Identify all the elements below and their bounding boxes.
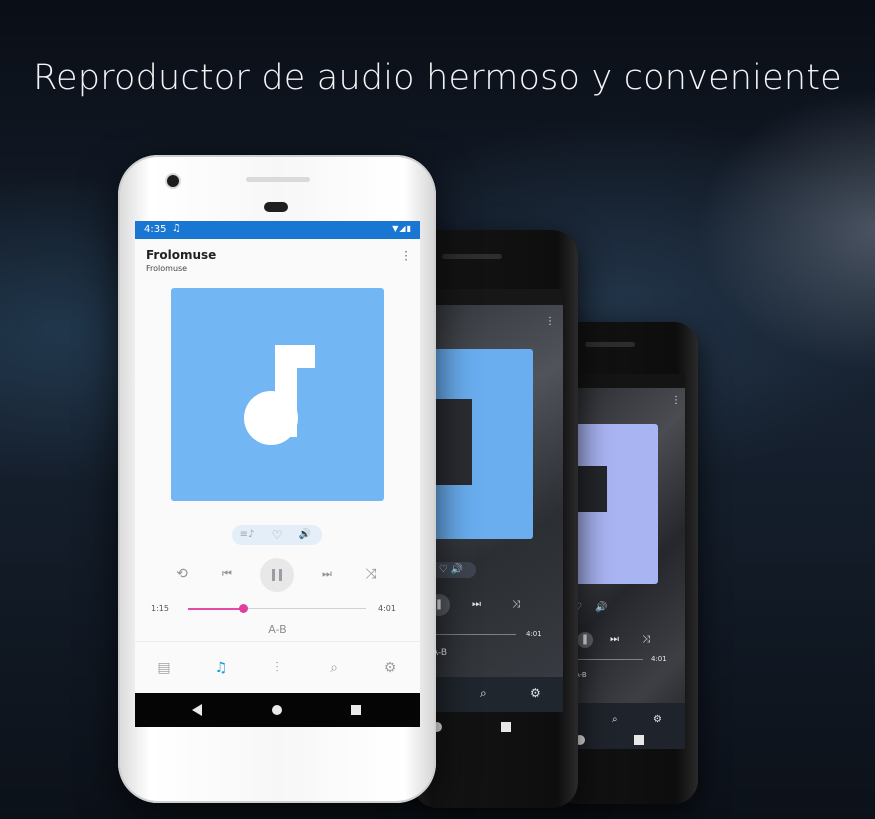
library-icon[interactable]: ▤ <box>151 658 177 678</box>
progress-fill <box>188 608 244 610</box>
phone3-status-bar <box>575 374 685 388</box>
status-icons: ▼◢▮ <box>392 224 412 233</box>
phone2-search-icon[interactable]: ⌕ <box>480 687 487 699</box>
lyrics-icon[interactable]: ≡♪ <box>237 529 257 541</box>
phone2-settings-icon[interactable]: ⚙ <box>530 687 541 699</box>
phone3-volume-icon[interactable]: 🔊 <box>595 603 607 613</box>
main-phone: 4:35 ♫ ▼◢▮ Frolomuse Frolomuse · · · ≡♪ ♡ … <box>118 155 436 803</box>
volume-icon[interactable]: 🔊 <box>295 529 315 541</box>
progress-thumb[interactable] <box>239 604 249 613</box>
next-icon[interactable]: ⏭ <box>317 565 337 583</box>
player-icon[interactable]: ♫ <box>208 658 234 678</box>
phone3-settings-icon[interactable]: ⚙ <box>653 715 662 725</box>
phone2-speaker <box>442 254 502 259</box>
settings-icon[interactable]: ⚙ <box>377 658 403 678</box>
ab-repeat-button[interactable]: A-B <box>135 623 420 636</box>
phone3-total-time: 4:01 <box>651 655 667 663</box>
phone3-shuffle-icon[interactable]: ⤨ <box>642 635 650 645</box>
pause-icon <box>272 569 275 581</box>
quick-actions: ≡♪ ♡ 🔊 <box>232 525 322 545</box>
progress-slider[interactable] <box>188 604 366 613</box>
phone2-bottom-nav: ⫶ ⌕ ⚙ <box>432 677 563 712</box>
shuffle-icon[interactable]: ⤨ <box>361 565 381 583</box>
pause-button[interactable] <box>260 558 294 592</box>
repeat-icon[interactable]: ⟲ <box>172 565 192 583</box>
front-camera <box>167 175 179 187</box>
music-note-icon: ♫ <box>172 223 181 234</box>
phone3-next-icon[interactable]: ⏭ <box>610 635 619 645</box>
phone2-screen: ⋮ ♡ 🔊 ❚ ⏭ ⤨ 4:01 A-B ⫶ ⌕ ⚙ <box>432 289 563 712</box>
previous-icon[interactable]: ⏮ <box>217 565 237 583</box>
phone3-screen: ⋮ ♡ 🔊 ❚ ⏭ ⤨ 4:01 A-B ⫶ ⌕ ⚙ <box>575 374 685 749</box>
bottom-nav: ▤ ♫ ⫶ ⌕ ⚙ <box>135 641 420 694</box>
app-subtitle: Frolomuse <box>146 264 188 273</box>
album-art <box>171 288 384 501</box>
equalizer-icon[interactable]: ⫶ <box>264 658 290 678</box>
total-time: 4:01 <box>378 604 396 613</box>
app-title: Frolomuse <box>146 248 217 262</box>
phone2-next-icon[interactable]: ⏭ <box>472 600 481 610</box>
phone2-total-time: 4:01 <box>526 630 542 638</box>
phone3-menu-icon[interactable]: ⋮ <box>671 396 681 406</box>
music-note-icon <box>244 345 315 445</box>
main-screen: 4:35 ♫ ▼◢▮ Frolomuse Frolomuse · · · ≡♪ ♡ … <box>135 221 420 727</box>
phone3-recent-button[interactable] <box>634 735 644 745</box>
phone3-search-icon[interactable]: ⌕ <box>612 715 618 725</box>
status-bar: 4:35 ♫ ▼◢▮ <box>135 221 420 239</box>
phone2-note-glyph <box>432 399 472 485</box>
background-phone-2: ⋮ ♡ 🔊 ❚ ⏭ ⤨ 4:01 A-B ⫶ ⌕ ⚙ <box>412 230 578 808</box>
phone2-recent-button[interactable] <box>501 722 511 732</box>
phone3-note-glyph <box>575 466 607 512</box>
heart-icon[interactable]: ♡ <box>267 529 287 541</box>
phone2-shuffle-icon[interactable]: ⤨ <box>512 600 520 610</box>
pause-icon-bar <box>279 569 282 581</box>
headline: Reproductor de audio hermoso y convenien… <box>33 58 842 98</box>
earpiece <box>246 177 310 182</box>
current-time: 1:15 <box>151 604 169 613</box>
system-nav-bar <box>135 693 420 727</box>
phone2-quick-actions: ♡ 🔊 <box>432 562 476 578</box>
home-button[interactable] <box>272 705 282 715</box>
phone2-status-bar <box>432 289 563 305</box>
status-time: 4:35 <box>144 224 167 235</box>
phone3-speaker <box>585 342 635 347</box>
phone2-menu-icon[interactable]: ⋮ <box>545 317 555 327</box>
phone3-progress-track[interactable] <box>575 659 643 660</box>
phone3-bottom-nav: ⫶ ⌕ ⚙ <box>575 703 685 749</box>
recent-apps-button[interactable] <box>351 705 361 715</box>
search-icon[interactable]: ⌕ <box>321 658 347 678</box>
phone2-progress-track[interactable] <box>432 634 516 635</box>
phone3-pause-button[interactable]: ❚ <box>577 632 593 648</box>
sensor <box>264 202 288 212</box>
back-button[interactable] <box>192 704 202 716</box>
overflow-menu-icon[interactable]: · · · <box>402 246 410 266</box>
